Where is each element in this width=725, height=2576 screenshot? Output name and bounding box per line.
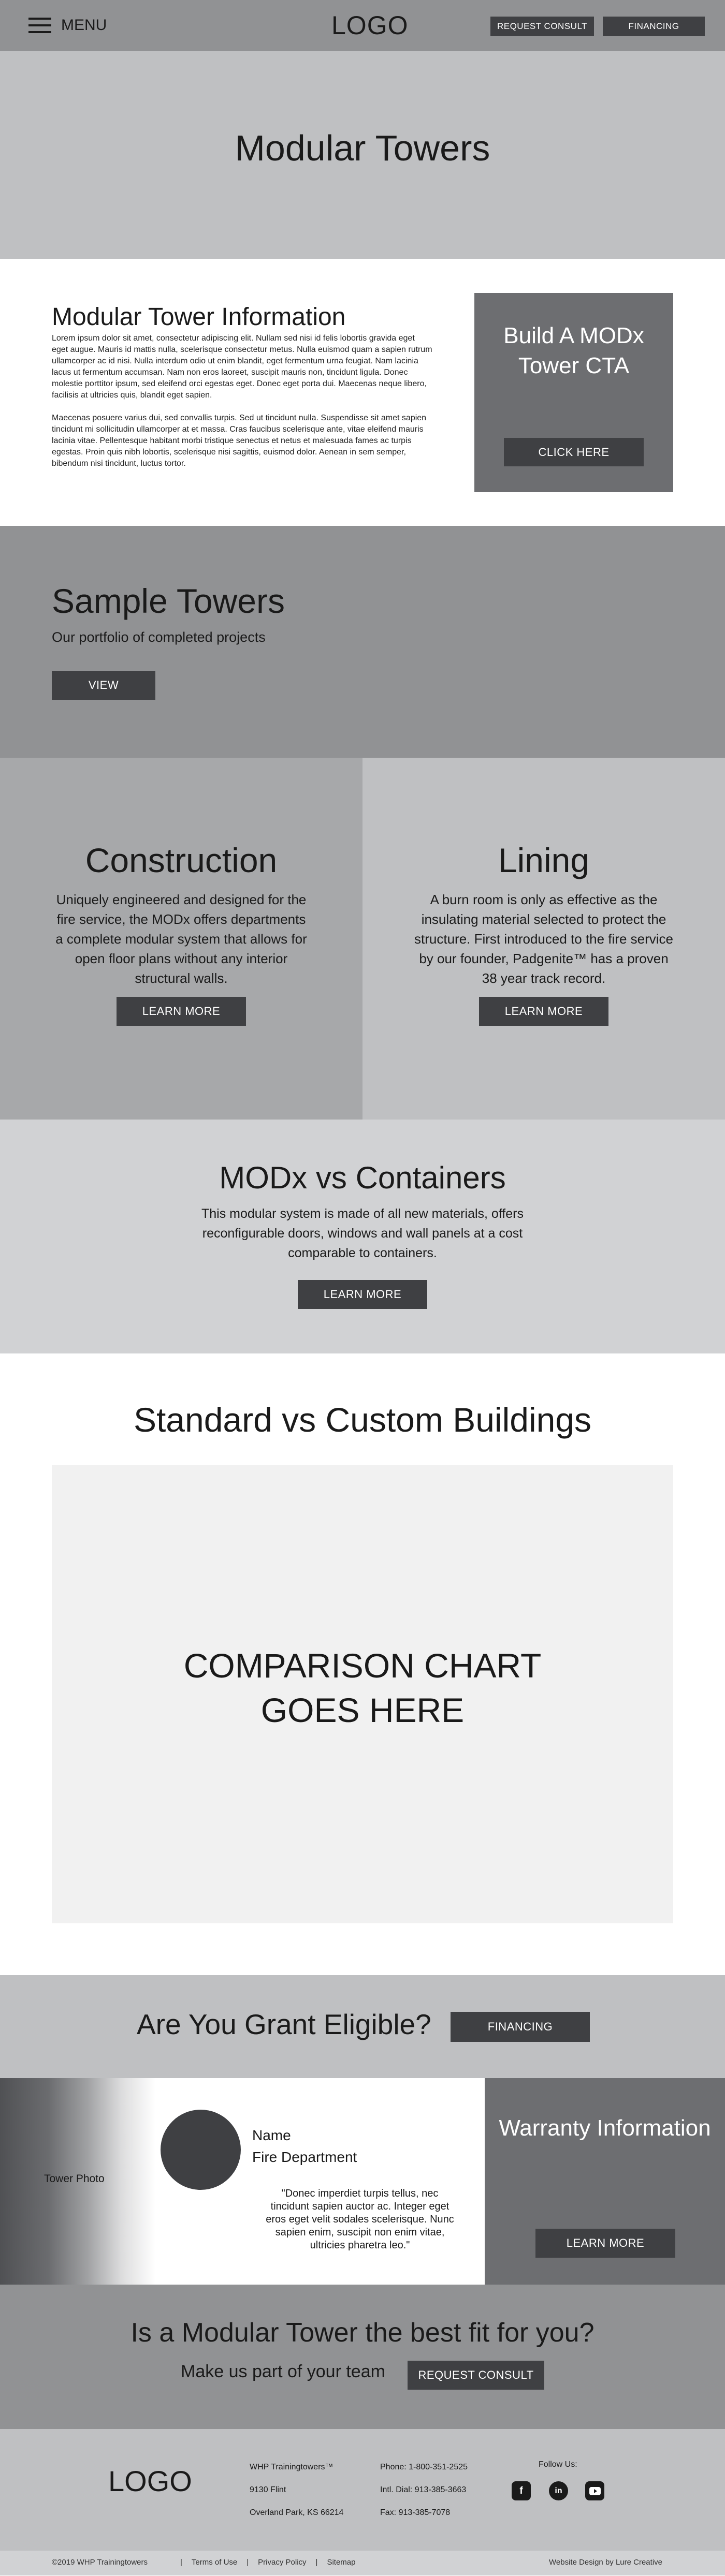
financing-button[interactable]: FINANCING [603, 17, 705, 36]
comparison-chart-placeholder: COMPARISON CHART GOES HERE [52, 1465, 673, 1923]
warranty-panel: Warranty Information LEARN MORE [485, 2078, 725, 2285]
menu-label[interactable]: MENU [61, 17, 107, 34]
testimonial-department: Fire Department [252, 2149, 357, 2165]
hero-banner: Modular Towers [0, 51, 725, 259]
best-fit-section: Is a Modular Tower the best fit for you?… [0, 2285, 725, 2429]
design-credit[interactable]: Website Design by Lure Creative [549, 2558, 662, 2567]
info-paragraph: Maecenas posuere varius dui, sed convall… [52, 414, 427, 468]
modx-learn-more-button[interactable]: LEARN MORE [298, 1280, 427, 1309]
info-title: Modular Tower Information [52, 303, 346, 331]
privacy-link[interactable]: Privacy Policy [258, 2558, 306, 2567]
testimonial-name: Name [252, 2127, 291, 2143]
grant-title: Are You Grant Eligible? [137, 2008, 431, 2040]
construction-text: Uniquely engineered and designed for the… [55, 892, 307, 986]
hero-title: Modular Towers [235, 128, 490, 168]
construction-learn-more-button[interactable]: LEARN MORE [117, 997, 246, 1026]
follow-us-label: Follow Us: [539, 2460, 577, 2469]
chart-placeholder-label: COMPARISON CHART GOES HERE [52, 1643, 673, 1732]
view-button[interactable]: VIEW [52, 671, 155, 700]
samples-title: Sample Towers [52, 582, 285, 620]
best-fit-subtitle: Make us part of your team [181, 2362, 385, 2381]
standard-vs-custom-section: Standard vs Custom Buildings COMPARISON … [0, 1353, 725, 1975]
footer-phone[interactable]: Phone: 1-800-351-2525 [380, 2456, 468, 2479]
info-section: Modular Tower Information Lorem ipsum do… [0, 259, 725, 526]
standard-title: Standard vs Custom Buildings [133, 1401, 592, 1439]
footer-address-line: Overland Park, KS 66214 [250, 2508, 344, 2517]
info-paragraph: Lorem ipsum dolor sit amet, consectetur … [52, 334, 432, 400]
chart-placeholder-line: COMPARISON CHART [183, 1646, 542, 1685]
modx-vs-containers-section: MODx vs Containers This modular system i… [0, 1120, 725, 1353]
hamburger-menu-icon[interactable] [28, 18, 51, 33]
best-fit-request-consult-button[interactable]: REQUEST CONSULT [408, 2361, 544, 2390]
youtube-icon[interactable] [585, 2481, 604, 2500]
link-separator: | [247, 2558, 249, 2567]
construction-title: Construction [85, 841, 278, 879]
footer-address: WHP Trainingtowers™ 9130 Flint Overland … [250, 2456, 343, 2524]
lining-text: A burn room is only as effective as the … [414, 892, 673, 986]
samples-subtitle: Our portfolio of completed projects [52, 629, 266, 645]
footer-address-line: 9130 Flint [250, 2485, 286, 2494]
testimonial-section: Tower Photo Name Fire Department "Donec … [0, 2078, 725, 2285]
grant-section: Are You Grant Eligible? FINANCING [0, 1975, 725, 2078]
footer-contact: Phone: 1-800-351-2525 Intl. Dial: 913-38… [380, 2456, 468, 2524]
terms-link[interactable]: Terms of Use [192, 2558, 237, 2567]
warranty-learn-more-button[interactable]: LEARN MORE [535, 2229, 675, 2258]
tower-photo-label: Tower Photo [44, 2173, 105, 2185]
footer-company: WHP Trainingtowers™ [250, 2463, 334, 2471]
warranty-title: Warranty Information [499, 2115, 711, 2141]
site-footer: LOGO WHP Trainingtowers™ 9130 Flint Over… [0, 2429, 725, 2575]
avatar [161, 2110, 241, 2190]
modx-text: This modular system is made of all new m… [201, 1206, 524, 1260]
grant-financing-button[interactable]: FINANCING [451, 2012, 590, 2042]
construction-panel: Construction Uniquely engineered and des… [0, 758, 363, 1120]
lining-learn-more-button[interactable]: LEARN MORE [479, 997, 608, 1026]
footer-logo[interactable]: LOGO [108, 2464, 192, 2498]
best-fit-title: Is a Modular Tower the best fit for you? [130, 2318, 594, 2348]
copyright-text: ©2019 WHP Trainingtowers [52, 2558, 148, 2567]
cta-title: Build A MODx Tower CTA [503, 323, 644, 378]
link-separator: | [180, 2558, 182, 2567]
footer-links: | Terms of Use | Privacy Policy | Sitema… [171, 2558, 355, 2567]
linkedin-icon[interactable]: in [549, 2481, 568, 2500]
link-separator: | [315, 2558, 318, 2567]
header-logo[interactable]: LOGO [331, 10, 408, 40]
footer-intl-dial[interactable]: Intl. Dial: 913-385-3663 [380, 2479, 468, 2501]
modx-title: MODx vs Containers [219, 1160, 506, 1195]
sample-towers-section: Sample Towers Our portfolio of completed… [0, 526, 725, 758]
facebook-icon[interactable]: f [512, 2481, 531, 2500]
site-header: MENU LOGO REQUEST CONSULT FINANCING [0, 0, 725, 51]
request-consult-button[interactable]: REQUEST CONSULT [490, 17, 594, 36]
footer-fax: Fax: 913-385-7078 [380, 2508, 451, 2517]
sitemap-link[interactable]: Sitemap [327, 2558, 355, 2567]
footer-bottom-bar: ©2019 WHP Trainingtowers | Terms of Use … [0, 2551, 725, 2575]
lining-panel: Lining A burn room is only as effective … [363, 758, 725, 1120]
lining-title: Lining [498, 841, 590, 879]
chart-placeholder-line: GOES HERE [260, 1691, 465, 1729]
testimonial-quote: "Donec imperdiet turpis tellus, nec tinc… [266, 2188, 454, 2251]
cta-click-here-button[interactable]: CLICK HERE [504, 438, 644, 466]
build-tower-cta: Build A MODx Tower CTA CLICK HERE [474, 293, 673, 492]
features-section: Construction Uniquely engineered and des… [0, 758, 725, 1120]
testimonial-panel: Tower Photo Name Fire Department "Donec … [0, 2078, 485, 2285]
